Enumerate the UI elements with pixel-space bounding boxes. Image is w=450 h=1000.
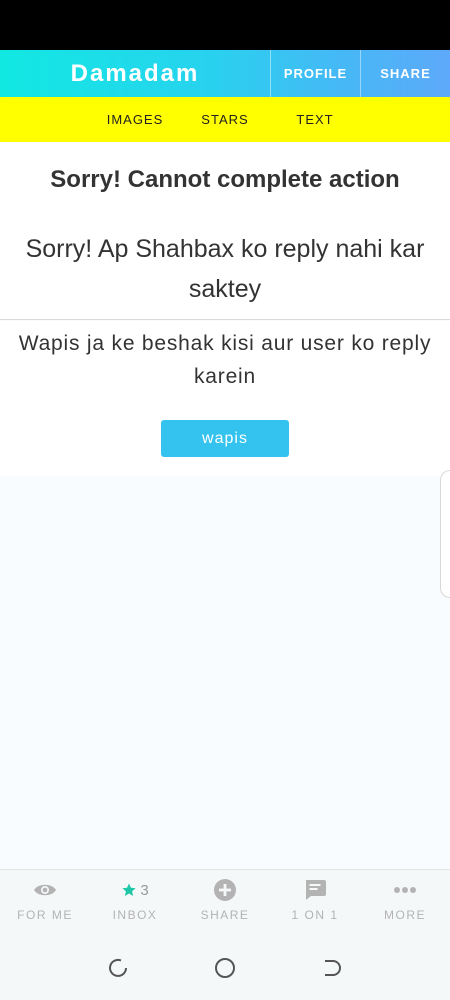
status-bar <box>0 0 450 50</box>
nav-label-inbox: INBOX <box>112 908 158 922</box>
hint-message: Wapis ja ke beshak kisi aur user ko repl… <box>18 332 432 388</box>
star-icon <box>121 882 137 898</box>
nav-label-more: MORE <box>384 908 426 922</box>
nav-item-share[interactable]: SHARE <box>180 870 270 936</box>
tab-stars[interactable]: STARS <box>180 112 270 127</box>
page-title: Sorry! Cannot complete action <box>0 142 450 218</box>
tab-text[interactable]: TEXT <box>270 112 360 127</box>
chat-icon <box>270 879 360 901</box>
tab-images[interactable]: IMAGES <box>90 112 180 127</box>
nav-item-inbox[interactable]: 3 INBOX <box>90 870 180 936</box>
nav-item-for-me[interactable]: FOR ME <box>0 870 90 936</box>
hint-section: Wapis ja ke beshak kisi aur user ko repl… <box>0 321 450 476</box>
nav-label-1-on-1: 1 ON 1 <box>291 908 339 922</box>
nav-item-more[interactable]: MORE <box>360 870 450 936</box>
nav-label-for-me: FOR ME <box>17 908 73 922</box>
plus-circle-icon <box>180 879 270 901</box>
nav-label-share: SHARE <box>200 908 250 922</box>
inbox-count-badge: 3 <box>140 881 149 899</box>
brand-logo[interactable]: Damadam <box>0 50 270 97</box>
home-icon[interactable] <box>210 953 240 983</box>
bottom-navigation: FOR ME 3 INBOX SHARE 1 ON 1 MORE <box>0 869 450 935</box>
sub-navigation: IMAGES STARS TEXT <box>0 97 450 142</box>
back-icon[interactable] <box>317 953 347 983</box>
system-navigation-bar <box>0 935 450 1000</box>
nav-item-1-on-1[interactable]: 1 ON 1 <box>270 870 360 936</box>
share-button[interactable]: SHARE <box>360 50 450 97</box>
top-bar: Damadam PROFILE SHARE <box>0 50 450 97</box>
error-message: Sorry! Ap Shahbax ko reply nahi kar sakt… <box>0 218 450 320</box>
recent-apps-icon[interactable] <box>103 953 133 983</box>
profile-button[interactable]: PROFILE <box>270 50 360 97</box>
dots-icon <box>360 879 450 901</box>
edge-panel-handle[interactable] <box>440 470 450 598</box>
eye-icon <box>0 879 90 901</box>
back-button[interactable]: wapis <box>161 420 289 457</box>
